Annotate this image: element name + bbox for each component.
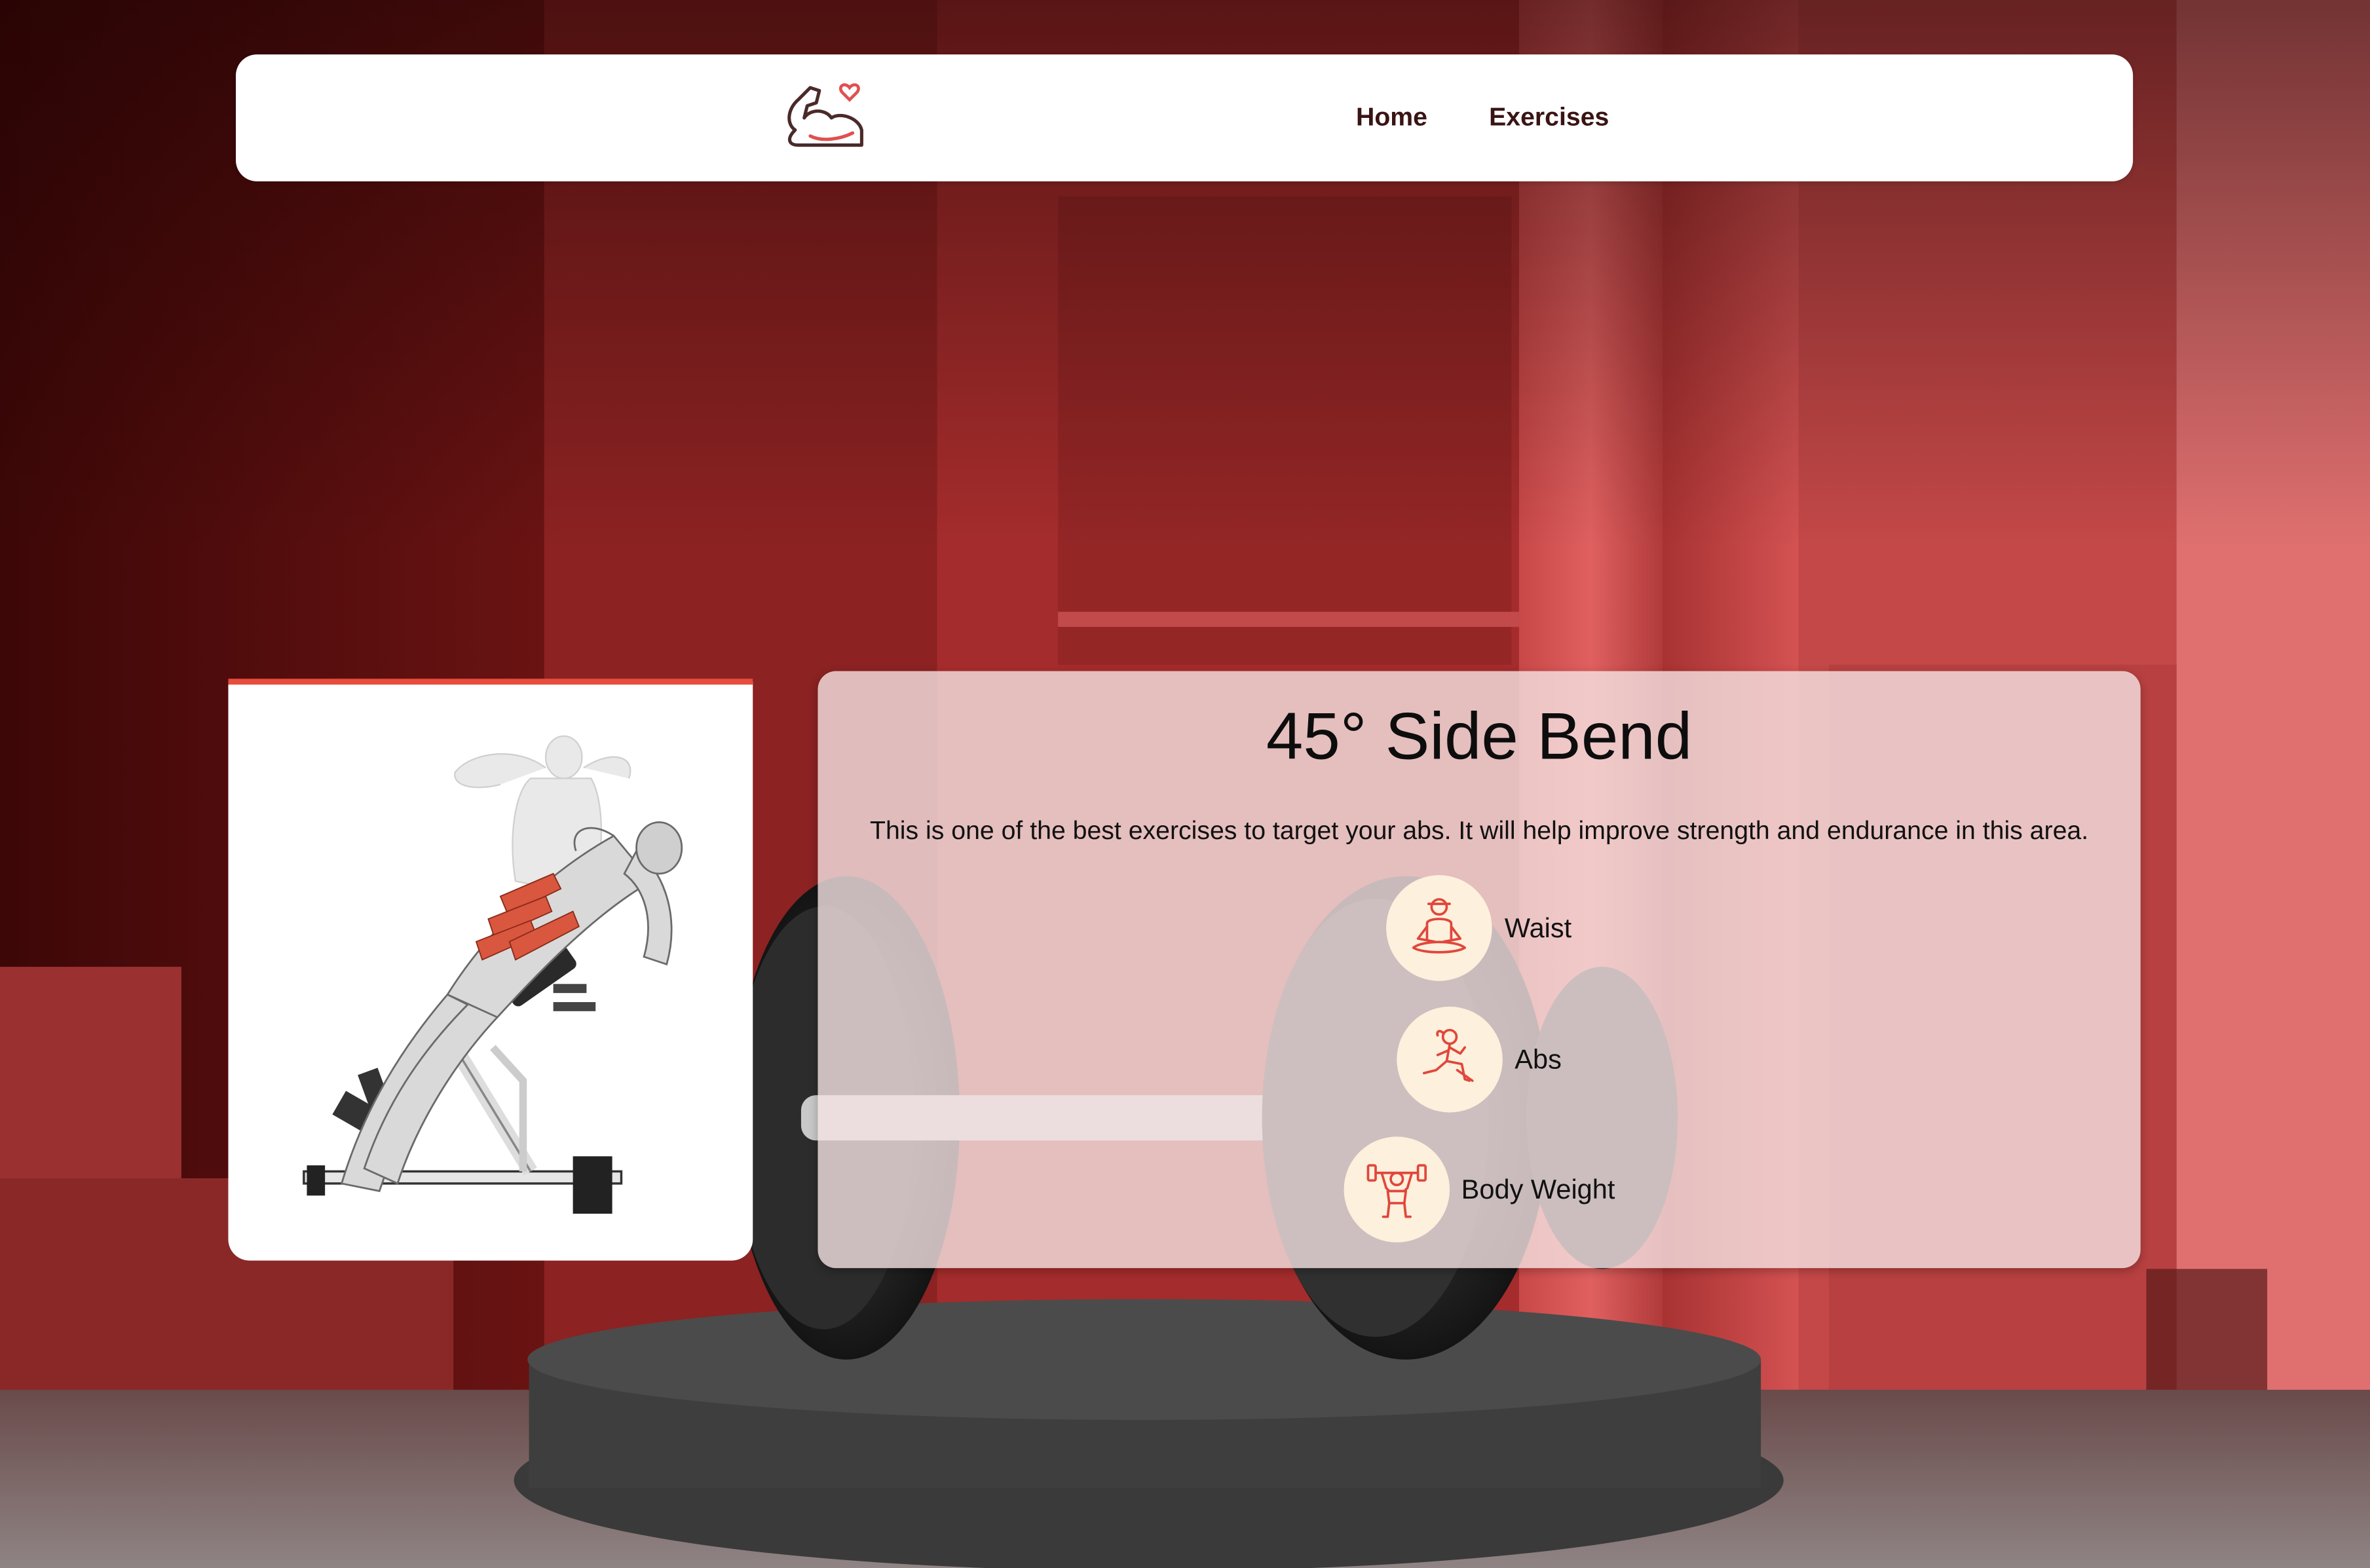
exercise-title: 45° Side Bend: [1266, 700, 1693, 774]
weightlifter-icon[interactable]: [1343, 1136, 1450, 1242]
nav-exercises-link[interactable]: Exercises: [1489, 103, 1609, 133]
exercise-description: This is one of the best exercises to tar…: [870, 816, 2089, 846]
exercise-illustration: [303, 735, 683, 1214]
exercise-detail-panel: 45° Side Bend This is one of the best ex…: [818, 671, 2141, 1269]
tag-label: Waist: [1504, 912, 1572, 944]
meditation-pose-icon[interactable]: [1386, 875, 1493, 981]
nav-home-link[interactable]: Home: [1356, 103, 1427, 133]
navbar: Home Exercises: [236, 54, 2134, 181]
tag-waist[interactable]: Waist: [818, 875, 2140, 981]
exercise-image-card: [228, 679, 753, 1261]
tag-abs[interactable]: Abs: [818, 1006, 2140, 1113]
page: Home Exercises 45° Side Bend This is one…: [0, 0, 2370, 1568]
tag-label: Abs: [1514, 1044, 1562, 1075]
tag-body-weight[interactable]: Body Weight: [818, 1136, 2140, 1242]
lunge-pose-icon[interactable]: [1397, 1006, 1503, 1113]
tag-label: Body Weight: [1461, 1174, 1615, 1205]
flexed-arm-heart-logo-icon[interactable]: [780, 79, 868, 154]
